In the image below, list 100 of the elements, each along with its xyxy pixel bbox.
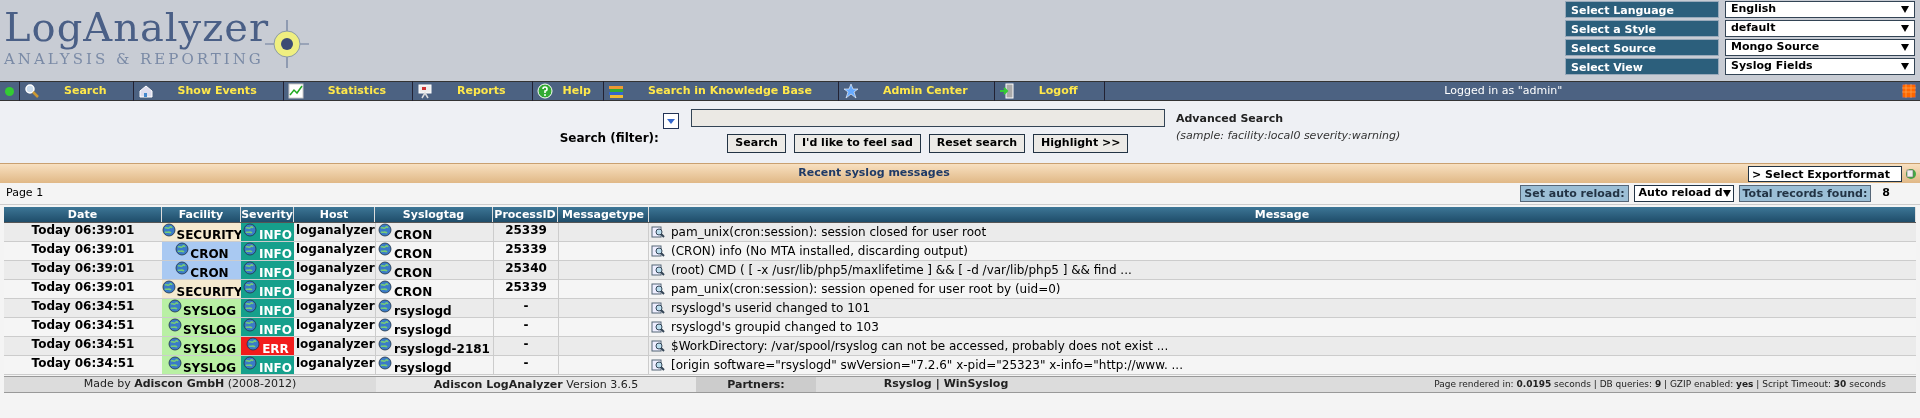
globe-icon (243, 242, 258, 256)
globe-icon (175, 242, 190, 256)
globe-icon (161, 223, 176, 237)
magnifier-icon[interactable] (651, 225, 665, 239)
globe-icon (161, 280, 176, 294)
search-label: Search (filter): (559, 130, 659, 147)
date-cell-text: Today 06:39:01 (30, 261, 136, 277)
magnifier-icon[interactable] (651, 301, 665, 315)
selector-label: Select a Style (1565, 20, 1719, 37)
logo-title: LogAnalyzer (4, 6, 269, 48)
export-icon[interactable] (1904, 166, 1918, 181)
column-header[interactable]: ProcessID (493, 207, 558, 222)
magnifier-icon[interactable] (651, 263, 665, 277)
globe-icon (167, 356, 182, 370)
severity-cell: INFO (241, 242, 294, 260)
message-cell[interactable]: rsyslogd's groupid changed to 103 (649, 318, 1916, 336)
column-header[interactable]: Severity (241, 207, 294, 222)
message-cell[interactable]: (CRON) info (No MTA installed, discarding output) (649, 242, 1916, 260)
separator-text: | (935, 376, 940, 393)
syslogtag-cell: rsyslogd (375, 318, 493, 336)
search-action-button[interactable]: Highlight >> (1033, 134, 1129, 153)
facility-cell: SECURITY (162, 223, 241, 241)
syslogtag-cell: CRON (375, 223, 493, 241)
host-cell-text: loganalyzer (295, 356, 375, 372)
dropdown[interactable]: Syslog Fields (1725, 58, 1915, 75)
partner-link[interactable]: WinSyslog (943, 376, 1009, 393)
partner-link[interactable]: Rsyslog (883, 376, 932, 393)
message-cell[interactable]: (root) CMD ( [ -x /usr/lib/php5/maxlifetime ] && [ -d /var/lib/php5 ] && find ... (649, 261, 1916, 279)
advanced-search-link[interactable]: Advanced Search (1175, 111, 1401, 128)
facility-cell: CRON (162, 261, 241, 279)
search-action-button[interactable]: I'd like to feel sad (793, 134, 921, 153)
search-action-button[interactable]: Search (727, 134, 786, 153)
page-label: Page 1 (5, 185, 44, 202)
severity-cell: INFO (241, 261, 294, 279)
advanced-search-hint: (sample: facility:local0 severity:warning) (1175, 127, 1401, 144)
export-dropdown[interactable]: > Select Exportformat (1748, 165, 1902, 182)
message-cell[interactable]: pam_unix(cron:session): session opened for user root by (uid=0) (649, 280, 1916, 298)
column-header[interactable]: Host (294, 207, 375, 222)
globe-icon (243, 356, 258, 370)
magnifier-icon[interactable] (651, 244, 665, 258)
message-cell[interactable]: pam_unix(cron:session): session closed for user root (649, 223, 1916, 241)
footer-credits: Made by Adiscon GmbH (2008-2012) (82, 376, 298, 393)
facility-cell: SECURITY (162, 280, 241, 298)
syslogtag-cell: rsyslogd (375, 356, 493, 374)
magnifier-icon[interactable] (651, 282, 665, 296)
search-action-button[interactable]: Reset search (928, 134, 1025, 153)
message-cell[interactable]: rsyslogd's userid changed to 101 (649, 299, 1916, 317)
search-field[interactable] (690, 109, 1165, 127)
process-id-cell: 25339 (493, 223, 558, 241)
globe-icon (167, 318, 182, 332)
logo-subtitle: ANALYSIS & REPORTING (4, 50, 265, 68)
globe-icon (378, 318, 392, 332)
message-cell[interactable]: [origin software="rsyslogd" swVersion="7.2.6" x-pid="25323" x-info="http://www. ... (649, 356, 1916, 374)
host-cell-text: loganalyzer (295, 318, 375, 334)
syslogtag-cell: CRON (375, 242, 493, 260)
facility-cell: SYSLOG (162, 337, 241, 355)
severity-cell: ERR (241, 337, 294, 355)
magnifier-icon[interactable] (651, 320, 665, 334)
books-icon (607, 83, 624, 99)
date-cell-text: Today 06:39:01 (30, 223, 136, 239)
globe-icon (167, 337, 182, 351)
globe-icon (378, 299, 392, 313)
syslogtag-cell: CRON (375, 280, 493, 298)
globe-icon (175, 261, 190, 275)
date-cell-text: Today 06:39:01 (30, 242, 136, 258)
dropdown-toggle-icon[interactable] (662, 113, 679, 129)
syslogtag-cell: rsyslogd-2181 (375, 337, 493, 355)
severity-cell: INFO (241, 223, 294, 241)
globe-icon (378, 242, 392, 256)
auto-reload-label: Set auto reload: (1520, 185, 1629, 202)
column-header[interactable]: Messagetype (558, 207, 649, 222)
severity-cell: INFO (241, 280, 294, 298)
column-header[interactable]: Message (649, 207, 1916, 222)
message-cell[interactable]: $WorkDirectory: /var/spool/rsyslog can not be accessed, probably does not exist ... (649, 337, 1916, 355)
dropdown[interactable]: Mongo Source (1725, 39, 1915, 56)
selector-label: Select Language (1565, 1, 1719, 18)
date-cell-text: Today 06:34:51 (30, 356, 136, 372)
host-cell-text: loganalyzer (295, 242, 375, 258)
caret-icon (1901, 63, 1909, 70)
column-header[interactable]: Date (4, 207, 162, 222)
date-cell-text: Today 06:39:01 (30, 280, 136, 296)
auto-reload-dropdown[interactable]: Auto reload d (1633, 185, 1734, 202)
facility-cell: SYSLOG (162, 299, 241, 317)
globe-icon (378, 356, 392, 370)
globe-icon (243, 299, 258, 313)
severity-cell: INFO (241, 299, 294, 317)
syslogtag-cell: CRON (375, 261, 493, 279)
dropdown[interactable]: English (1725, 1, 1915, 18)
host-cell-text: loganalyzer (295, 261, 375, 277)
magnifier-icon[interactable] (651, 358, 665, 372)
syslogtag-cell: rsyslogd (375, 299, 493, 317)
selector-label: Select Source (1565, 39, 1719, 56)
column-header[interactable]: Facility (162, 207, 241, 222)
date-cell-text: Today 06:34:51 (30, 337, 136, 353)
column-header[interactable]: Syslogtag (375, 207, 493, 222)
magnifier-icon[interactable] (651, 339, 665, 353)
dropdown[interactable]: default (1725, 20, 1915, 37)
chart-icon (287, 83, 304, 99)
total-records-label: Total records found: (1738, 185, 1872, 202)
process-id-cell: 25339 (493, 280, 558, 298)
